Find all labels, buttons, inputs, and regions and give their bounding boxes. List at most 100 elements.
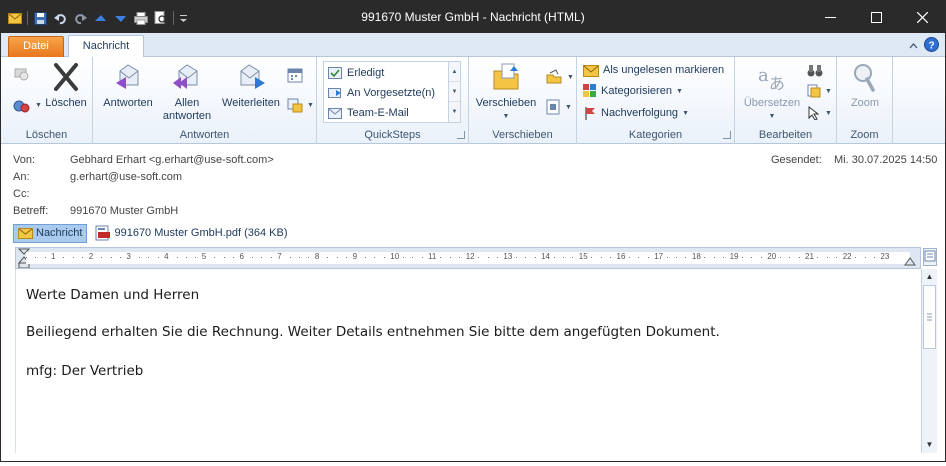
forward-manager-icon	[328, 88, 341, 98]
cleanup-button[interactable]: ▼	[13, 95, 42, 115]
ruler-number: 13	[503, 252, 513, 261]
binoculars-icon	[807, 65, 823, 77]
gallery-more-icon[interactable]: ▼	[449, 102, 460, 122]
pdf-attachment[interactable]: 991670 Muster GmbH.pdf (364 KB)	[95, 225, 288, 241]
ruler[interactable]: 1 2 3 4 5 6 7 8 9 10 11 12 13 14 15 16 17 18 19 20 21 22 23	[15, 247, 921, 269]
tab-nachricht[interactable]: Nachricht	[68, 35, 144, 58]
team-email-icon	[328, 108, 342, 119]
ruler-tick	[63, 257, 65, 258]
group-zoom: Zoom Zoom	[837, 57, 893, 144]
ruler-tick	[35, 257, 37, 258]
ruler-number: 3	[126, 252, 131, 261]
forward-button[interactable]: Weiterleiten	[217, 61, 285, 110]
ruler-number: 12	[465, 252, 475, 261]
right-indent-icon[interactable]	[904, 256, 916, 266]
ruler-tick	[478, 257, 480, 258]
ruler-toggle-icon	[924, 250, 936, 262]
ruler-number: 15	[578, 252, 588, 261]
followup-label: Nachverfolgung	[601, 107, 679, 119]
ruler-tick	[82, 257, 84, 258]
vertical-scrollbar[interactable]: ▲ ▼	[921, 269, 937, 453]
close-button[interactable]	[899, 1, 945, 33]
categorize-button[interactable]: Kategorisieren ▼	[583, 81, 683, 101]
ruler-tick	[223, 257, 225, 258]
message-tab-label: Nachricht	[36, 227, 83, 239]
group-label-loeschen: Löschen	[25, 129, 68, 141]
scroll-up-icon[interactable]: ▲	[449, 62, 460, 82]
quickstep-label: An Vorgesetzte(n)	[347, 87, 436, 99]
tab-datei[interactable]: Datei	[8, 36, 64, 57]
ruler-tick	[270, 257, 272, 258]
maximize-button[interactable]	[853, 1, 899, 33]
dropdown-caret-icon: ▼	[682, 109, 689, 117]
move-button[interactable]: Verschieben ▼	[473, 61, 539, 123]
scroll-down-icon[interactable]: ▼	[922, 437, 937, 452]
reply-all-button[interactable]: Allen antworten	[157, 61, 217, 123]
ruler-tick	[610, 257, 612, 258]
minimize-ribbon-icon[interactable]	[909, 40, 918, 52]
ruler-number: 20	[767, 252, 777, 261]
dropdown-caret-icon: ▼	[825, 109, 832, 117]
delete-button[interactable]: Löschen	[43, 61, 89, 110]
ruler-tick	[44, 257, 46, 258]
select-button[interactable]: ▼	[807, 103, 832, 123]
ruler-tick	[233, 257, 235, 258]
scroll-down-icon[interactable]: ▼	[449, 82, 460, 102]
group-verschieben: Verschieben ▼ ▼ ▼ Verschieben	[469, 57, 577, 144]
ignore-button[interactable]	[13, 63, 29, 83]
reply-button[interactable]: Antworten	[97, 61, 159, 110]
categorize-label: Kategorisieren	[601, 85, 672, 97]
ruler-tick	[119, 257, 121, 258]
help-icon[interactable]: ?	[924, 37, 939, 55]
meeting-button[interactable]	[287, 65, 303, 85]
rules-icon	[546, 69, 562, 84]
to-value[interactable]: g.erhart@use-soft.com	[70, 171, 182, 183]
followup-button[interactable]: Nachverfolgung ▼	[583, 103, 689, 123]
actions-button[interactable]: ▼	[545, 97, 572, 117]
from-label: Von:	[13, 154, 36, 166]
quicksteps-launcher-icon[interactable]	[457, 131, 465, 139]
mark-unread-button[interactable]: Als ungelesen markieren	[583, 60, 724, 80]
kategorien-launcher-icon[interactable]	[723, 131, 731, 139]
group-loeschen: ▼ Löschen Löschen	[1, 57, 93, 144]
message-body[interactable]: Werte Damen und Herren Beiliegend erhalt…	[15, 269, 921, 453]
find-button[interactable]	[807, 60, 823, 80]
quickstep-erledigt[interactable]: Erledigt	[328, 63, 384, 83]
dropdown-caret-icon: ▼	[502, 113, 510, 120]
quicksteps-scroll[interactable]: ▲ ▼ ▼	[448, 62, 460, 122]
move-folder-icon	[490, 61, 522, 93]
scroll-thumb[interactable]	[923, 285, 936, 349]
to-label: An:	[13, 171, 30, 183]
more-respond-button[interactable]: ▼	[287, 95, 314, 115]
ruler-tick	[176, 257, 178, 258]
dropdown-caret-icon: ▼	[825, 87, 832, 95]
zoom-button[interactable]: Zoom	[841, 61, 889, 110]
ruler-tick	[760, 257, 762, 258]
message-tab-button[interactable]: Nachricht	[13, 223, 88, 243]
view-ruler-button[interactable]	[923, 248, 937, 266]
ruler-tick	[826, 257, 828, 258]
dropdown-caret-icon: ▼	[768, 113, 776, 120]
minimize-button[interactable]	[807, 1, 853, 33]
ruler-tick	[157, 257, 159, 258]
from-value[interactable]: Gebhard Erhart <g.erhart@use-soft.com>	[70, 154, 274, 166]
quickstep-vorgesetzte[interactable]: An Vorgesetzte(n)	[328, 83, 435, 103]
ruler-number: 11	[428, 252, 437, 261]
cleanup-icon	[13, 100, 30, 113]
body-line-signature: mfg: Der Vertrieb	[26, 363, 144, 379]
ruler-number: 22	[842, 252, 852, 261]
quickstep-label: Team-E-Mail	[347, 107, 409, 119]
sent-value: Mi. 30.07.2025 14:50	[834, 154, 938, 166]
quickstep-label: Erledigt	[347, 67, 385, 79]
translate-button[interactable]: aあ Übersetzen ▼	[739, 61, 805, 123]
related-button[interactable]: ▼	[807, 81, 832, 101]
zoom-label: Zoom	[850, 97, 880, 109]
group-label-bearbeiten: Bearbeiten	[758, 129, 813, 141]
scroll-up-icon[interactable]: ▲	[922, 269, 937, 284]
ruler-tick	[365, 257, 367, 258]
ruler-tick	[562, 257, 564, 258]
ruler-tick	[676, 257, 678, 258]
quickstep-team-email[interactable]: Team-E-Mail	[328, 103, 409, 123]
rules-button[interactable]: ▼	[545, 67, 574, 87]
reply-icon	[112, 61, 144, 93]
